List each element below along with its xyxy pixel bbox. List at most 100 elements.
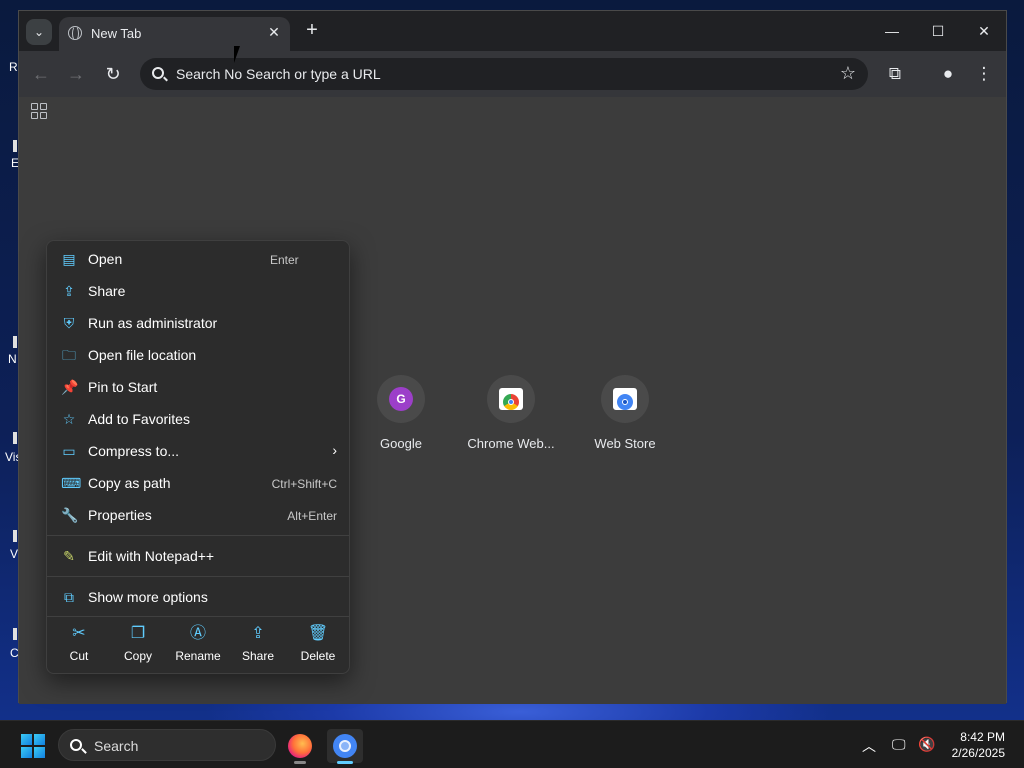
copy-icon: ❐ (130, 625, 146, 642)
desktop-icon[interactable]: C (0, 628, 20, 668)
menu-item-share[interactable]: ⇪ Share (51, 276, 347, 306)
menu-item-properties[interactable]: 🔧 Properties Alt+Enter (51, 500, 347, 530)
menu-item-edit-with-notepad[interactable]: ✎ Edit with Notepad++ (51, 541, 347, 571)
menu-item-label: Run as administrator (88, 315, 218, 331)
taskbar-clock[interactable]: 8:42 PM 2/26/2025 (952, 729, 1005, 761)
apps-grid-icon[interactable] (31, 103, 47, 119)
windows-logo-pane (21, 734, 32, 745)
menu-item-open-file-location[interactable]: 🗀 Open file location (51, 340, 347, 370)
cut-button[interactable]: ✂ Cut (49, 625, 109, 663)
close-window-icon[interactable]: ✕ (974, 21, 994, 41)
search-icon (70, 739, 82, 751)
copy-button[interactable]: ❐ Copy (108, 625, 168, 663)
menu-item-show-more-options[interactable]: ⧉ Show more options (51, 582, 347, 612)
share-label: Share (241, 649, 275, 663)
shortcut-google[interactable]: G Google (346, 375, 456, 451)
windows-logo-pane (34, 734, 45, 745)
extensions-icon[interactable]: ⧉ (883, 62, 907, 86)
archive-icon: ▭ (62, 443, 76, 459)
desktop-icon-glyph (13, 628, 17, 640)
menu-item-run-as-administrator[interactable]: ⛨ Run as administrator (51, 308, 347, 338)
wrench-icon: 🔧 (61, 507, 79, 523)
taskbar-search[interactable]: Search (58, 729, 276, 761)
address-bar[interactable]: Search No Search or type a URL ☆ (140, 58, 868, 90)
chrome-web-store-icon (499, 388, 523, 410)
pin-icon: 📌 (61, 379, 79, 395)
minimize-icon[interactable]: — (882, 21, 902, 41)
taskbar-search-label: Search (94, 738, 139, 754)
desktop-icon[interactable]: Vis (0, 432, 21, 472)
desktop-icon[interactable]: N (0, 336, 20, 376)
running-indicator (294, 761, 306, 764)
shortcut-label: Chrome Web... (467, 436, 555, 451)
mouse-cursor-icon (234, 46, 246, 63)
reload-icon[interactable]: ↻ (102, 63, 124, 85)
notepad-plus-plus-icon: ✎ (63, 548, 75, 564)
menu-item-label: Compress to... (88, 443, 180, 459)
menu-item-copy-as-path[interactable]: ⌨ Copy as path Ctrl+Shift+C (51, 468, 347, 498)
taskbar-app-firefox[interactable] (282, 729, 318, 764)
desktop-icon-glyph (13, 530, 17, 542)
taskbar-app-chrome[interactable] (327, 729, 363, 764)
menu-item-shortcut: Enter (270, 253, 299, 267)
menu-item-pin-to-start[interactable]: 📌 Pin to Start (51, 372, 347, 402)
chevron-up-icon[interactable]: ︿ (862, 736, 876, 756)
copy-label: Copy (123, 649, 152, 663)
web-store-icon (613, 388, 637, 410)
firefox-icon (288, 734, 312, 758)
menu-item-label: Edit with Notepad++ (88, 548, 215, 564)
desktop-icon[interactable]: E (0, 140, 20, 180)
bookmark-star-icon[interactable]: ☆ (840, 63, 856, 84)
google-avatar: G (389, 387, 413, 411)
shortcut-tile: G (377, 375, 425, 423)
menu-item-label: Properties (88, 507, 152, 523)
menu-item-open[interactable]: ▤ Open Enter (51, 244, 347, 274)
context-menu: ▤ Open Enter ⇪ Share ⛨ Run as administra… (46, 240, 350, 674)
shortcut-tile (601, 375, 649, 423)
menu-item-label: Add to Favorites (88, 411, 190, 427)
browser-toolbar: ← → ↻ Search No Search or type a URL ☆ ⧉… (19, 51, 1006, 97)
menu-kebab-icon[interactable]: ⋮ (972, 62, 996, 86)
shortcut-web-store[interactable]: Web Store (570, 375, 680, 451)
star-icon: ☆ (62, 411, 76, 427)
shortcut-tile (487, 375, 535, 423)
menu-item-add-to-favorites[interactable]: ☆ Add to Favorites (51, 404, 347, 434)
desktop-icon[interactable]: R (0, 56, 20, 96)
tab-new-tab[interactable]: New Tab ✕ (59, 17, 290, 51)
tab-search-button[interactable]: ⌄ (26, 19, 52, 45)
rename-label: Rename (175, 649, 221, 663)
network-icon[interactable]: 🖵 (892, 736, 906, 753)
start-button[interactable] (21, 734, 45, 758)
shield-icon: ⛨ (63, 315, 75, 331)
share-quick-button[interactable]: ⇪ Share (228, 625, 288, 663)
chevron-right-icon: › (332, 442, 337, 458)
address-bar-placeholder: Search No Search or type a URL (176, 66, 381, 82)
running-indicator (337, 761, 353, 764)
back-arrow-icon[interactable]: ← (30, 63, 52, 85)
shortcut-chrome-web-store[interactable]: Chrome Web... (456, 375, 566, 451)
menu-quick-actions: ✂ Cut ❐ Copy Ⓐ Rename ⇪ Share 🗑 Delete (47, 617, 349, 675)
desktop-icon-glyph (13, 140, 17, 152)
scissors-icon: ✂ (72, 625, 86, 642)
menu-item-label: Show more options (88, 589, 208, 605)
shortcut-label: Web Store (594, 436, 656, 451)
share-icon: ⇪ (251, 625, 265, 642)
new-tab-button[interactable]: + (302, 20, 322, 41)
forward-arrow-icon[interactable]: → (65, 63, 87, 85)
menu-divider (47, 576, 349, 577)
tab-title: New Tab (91, 26, 142, 41)
maximize-icon[interactable]: ☐ (928, 21, 948, 41)
profile-icon[interactable]: ● (936, 62, 960, 86)
menu-item-compress-to[interactable]: ▭ Compress to... › (51, 436, 347, 466)
desktop-icon[interactable]: V (0, 530, 20, 570)
tab-close-icon[interactable]: ✕ (266, 24, 282, 40)
volume-muted-icon[interactable]: 🔇 (918, 736, 935, 753)
menu-item-shortcut: Ctrl+Shift+C (271, 477, 337, 491)
menu-item-label: Pin to Start (88, 379, 158, 395)
rename-icon: Ⓐ (189, 625, 206, 642)
rename-button[interactable]: Ⓐ Rename (168, 625, 228, 663)
delete-button[interactable]: 🗑 Delete (288, 625, 348, 663)
delete-label: Delete (300, 649, 336, 663)
cut-label: Cut (69, 649, 89, 663)
clock-time: 8:42 PM (960, 730, 1005, 744)
